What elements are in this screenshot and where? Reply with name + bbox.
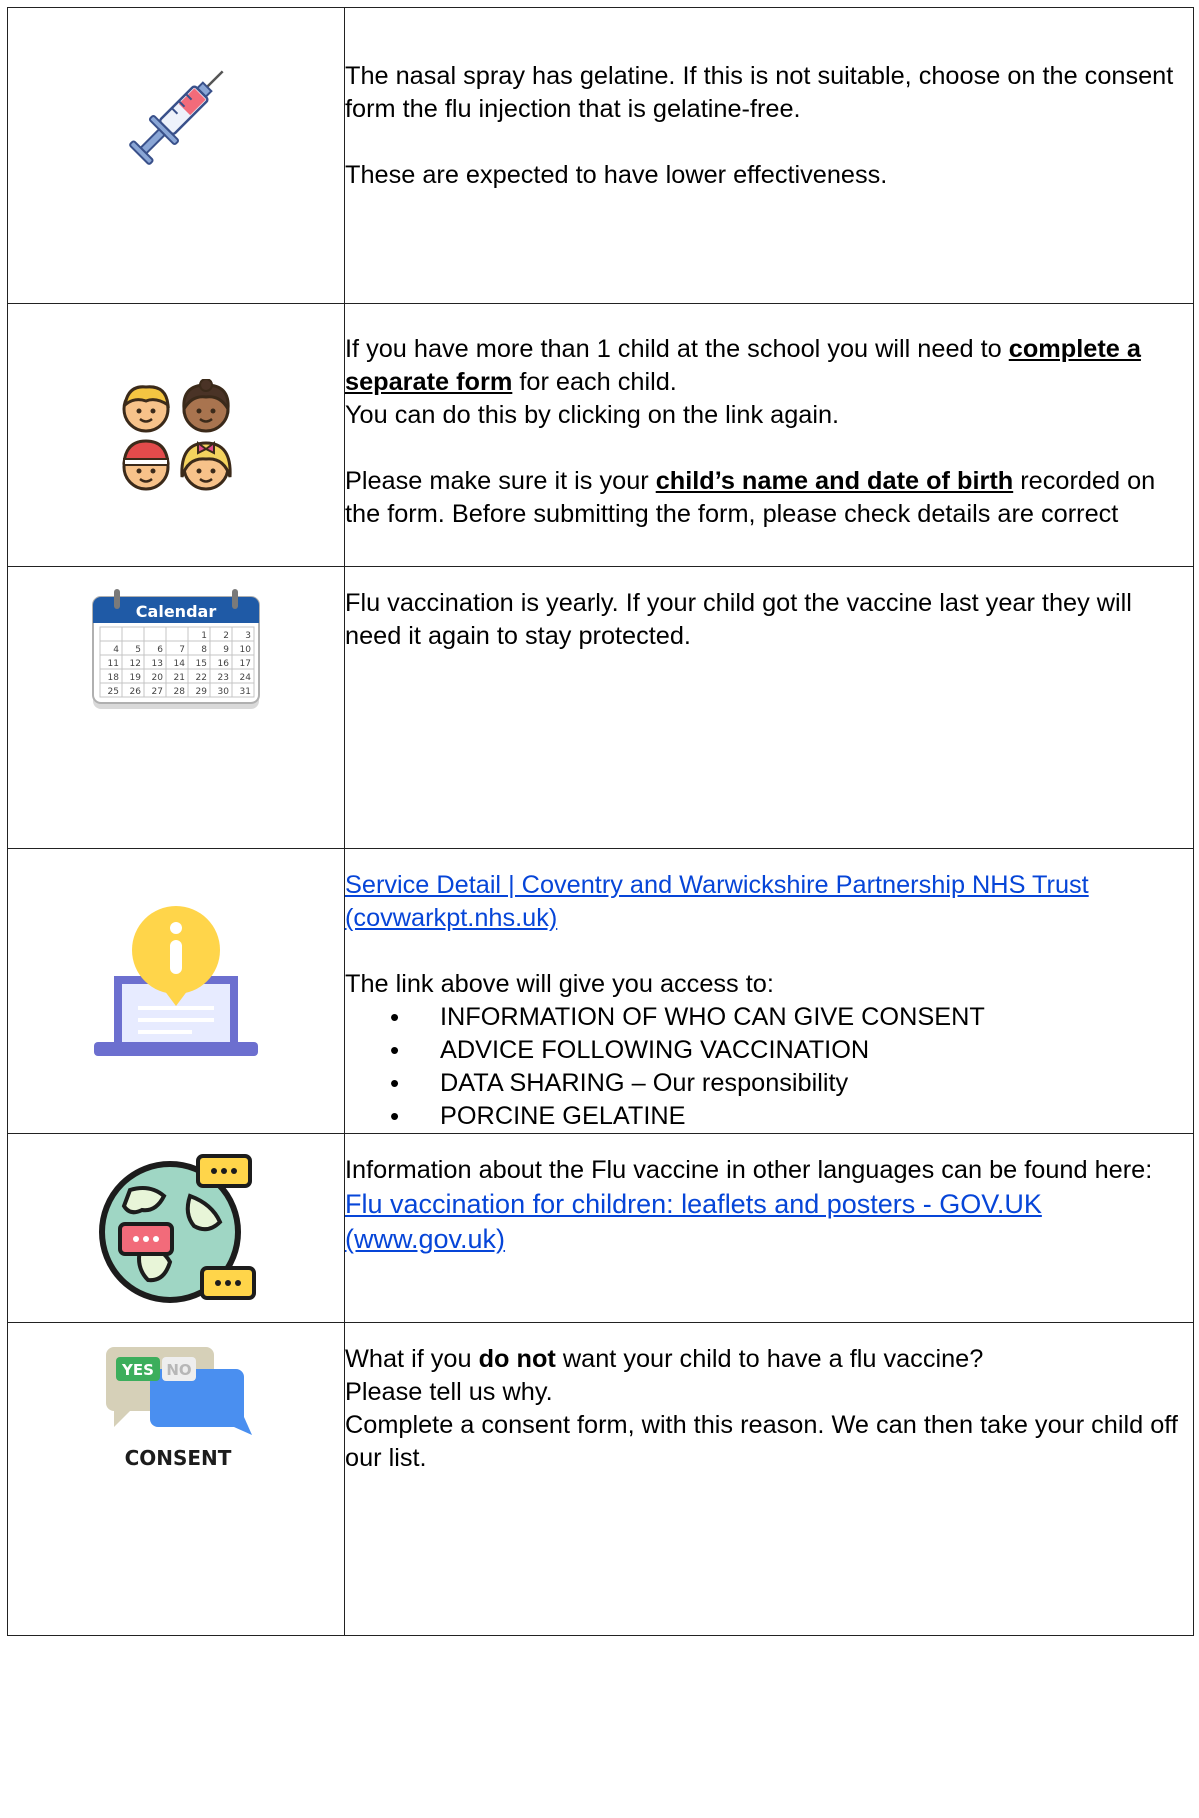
calendar-day: 14 bbox=[174, 659, 186, 669]
icon-cell bbox=[7, 848, 345, 1134]
paragraph: Service Detail | Coventry and Warwickshi… bbox=[345, 869, 1193, 935]
calendar-day: 7 bbox=[179, 645, 185, 655]
emphasis: do not bbox=[478, 1345, 556, 1373]
calendar-day: 18 bbox=[108, 673, 120, 683]
calendar-day: 10 bbox=[240, 645, 252, 655]
calendar-day: 3 bbox=[245, 631, 251, 641]
text-cell: If you have more than 1 child at the sch… bbox=[344, 303, 1194, 567]
calendar-day: 31 bbox=[240, 687, 251, 697]
calendar-day: 25 bbox=[108, 687, 119, 697]
calendar-day: 20 bbox=[152, 673, 164, 683]
paragraph: Flu vaccination is yearly. If your child… bbox=[345, 589, 1132, 650]
calendar-day: 15 bbox=[196, 659, 207, 669]
calendar-cell bbox=[121, 626, 145, 642]
table-row: Information about the Flu vaccine in oth… bbox=[7, 1133, 1194, 1323]
list-item: INFORMATION OF WHO CAN GIVE CONSENT bbox=[390, 1001, 1193, 1034]
paragraph: Flu vaccination for children: leaflets a… bbox=[345, 1187, 1193, 1257]
paragraph: Please tell us why. bbox=[345, 1378, 553, 1406]
paragraph: Please make sure it is your child’s name… bbox=[345, 467, 1156, 528]
calendar-day: 6 bbox=[157, 645, 163, 655]
calendar-day: 1 bbox=[201, 631, 207, 641]
calendar-day: 28 bbox=[174, 687, 186, 697]
calendar-day: 2 bbox=[223, 631, 229, 641]
text-cell: Information about the Flu vaccine in oth… bbox=[344, 1133, 1194, 1323]
yes-label: YES bbox=[121, 1361, 154, 1379]
icon-cell bbox=[7, 1133, 345, 1323]
paragraph: Complete a consent form, with this reaso… bbox=[345, 1411, 1178, 1472]
list-item: PORCINE GELATINE bbox=[390, 1100, 1193, 1133]
table-row: Calendar 1 2 3 4 5 6 7 8 9 10 11 12 13 14 15 16 17 18 19 20… bbox=[7, 566, 1194, 849]
text-cell: Flu vaccination is yearly. If your child… bbox=[344, 566, 1194, 849]
paragraph: The link above will give you access to: bbox=[345, 970, 774, 998]
calendar-cell bbox=[99, 626, 123, 642]
calendar-day: 11 bbox=[108, 659, 119, 669]
paragraph: You can do this by clicking on the link … bbox=[345, 401, 840, 429]
calendar-cell bbox=[143, 626, 167, 642]
paragraph: These are expected to have lower effecti… bbox=[345, 161, 888, 189]
icon-cell: YES NO CONSENT bbox=[7, 1322, 345, 1636]
globe-chat-icon bbox=[99, 1154, 256, 1303]
paragraph: Information about the Flu vaccine in oth… bbox=[345, 1156, 1153, 1184]
emphasis: child’s name and date of birth bbox=[655, 467, 1014, 495]
calendar-day: 23 bbox=[218, 673, 229, 683]
calendar-day: 24 bbox=[240, 673, 252, 683]
table-row: Service Detail | Coventry and Warwickshi… bbox=[7, 848, 1194, 1134]
calendar-day: 9 bbox=[223, 645, 229, 655]
calendar-day: 12 bbox=[130, 659, 141, 669]
gov-uk-link[interactable]: Flu vaccination for children: leaflets a… bbox=[345, 1189, 1042, 1254]
list-item: DATA SHARING – Our responsibility bbox=[390, 1067, 1193, 1100]
text-cell: What if you do not want your child to ha… bbox=[344, 1322, 1194, 1636]
table-row: If you have more than 1 child at the sch… bbox=[7, 303, 1194, 567]
calendar-day: 5 bbox=[135, 645, 141, 655]
calendar-day: 27 bbox=[152, 687, 163, 697]
service-detail-link[interactable]: Service Detail | Coventry and Warwickshi… bbox=[345, 871, 1089, 932]
icon-cell bbox=[7, 303, 345, 567]
icon-cell: Calendar 1 2 3 4 5 6 7 8 9 10 11 12 13 14 15 16 17 18 19 20… bbox=[7, 566, 345, 849]
calendar-day: 22 bbox=[196, 673, 207, 683]
text-cell: The nasal spray has gelatine. If this is… bbox=[344, 7, 1194, 304]
info-table: The nasal spray has gelatine. If this is… bbox=[7, 7, 1194, 1636]
calendar-day: 19 bbox=[130, 673, 142, 683]
calendar-day: 29 bbox=[196, 687, 208, 697]
icon-cell bbox=[7, 7, 345, 304]
table-row: YES NO CONSENT What if you do not want y… bbox=[7, 1322, 1194, 1636]
text-cell: Service Detail | Coventry and Warwickshi… bbox=[344, 848, 1194, 1134]
calendar-icon: Calendar 1 2 34 5 6 7 8 9 1011 12 13 14 15 16 1718 19 20… bbox=[92, 589, 260, 709]
children-icon bbox=[122, 379, 232, 491]
calendar-title: Calendar bbox=[136, 602, 217, 621]
calendar-day: 8 bbox=[201, 645, 207, 655]
calendar-day: 26 bbox=[130, 687, 142, 697]
table-row: The nasal spray has gelatine. If this is… bbox=[7, 7, 1194, 304]
no-label: NO bbox=[166, 1361, 191, 1379]
syringe-icon bbox=[129, 70, 224, 165]
calendar-day: 30 bbox=[218, 687, 230, 697]
paragraph: If you have more than 1 child at the sch… bbox=[345, 335, 1141, 396]
calendar-day: 4 bbox=[113, 645, 119, 655]
paragraph: The nasal spray has gelatine. If this is… bbox=[345, 62, 1174, 123]
list-item: ADVICE FOLLOWING VACCINATION bbox=[390, 1034, 1193, 1067]
calendar-cell bbox=[165, 626, 189, 642]
paragraph: What if you do not want your child to ha… bbox=[345, 1345, 984, 1373]
consent-icon: YES NO CONSENT bbox=[106, 1347, 252, 1469]
access-list: INFORMATION OF WHO CAN GIVE CONSENT ADVI… bbox=[345, 1001, 1193, 1133]
calendar-day: 17 bbox=[240, 659, 251, 669]
calendar-day: 16 bbox=[218, 659, 230, 669]
calendar-day: 13 bbox=[152, 659, 163, 669]
calendar-day: 21 bbox=[174, 673, 185, 683]
info-laptop-icon bbox=[94, 906, 258, 1056]
consent-label: CONSENT bbox=[125, 1446, 232, 1469]
